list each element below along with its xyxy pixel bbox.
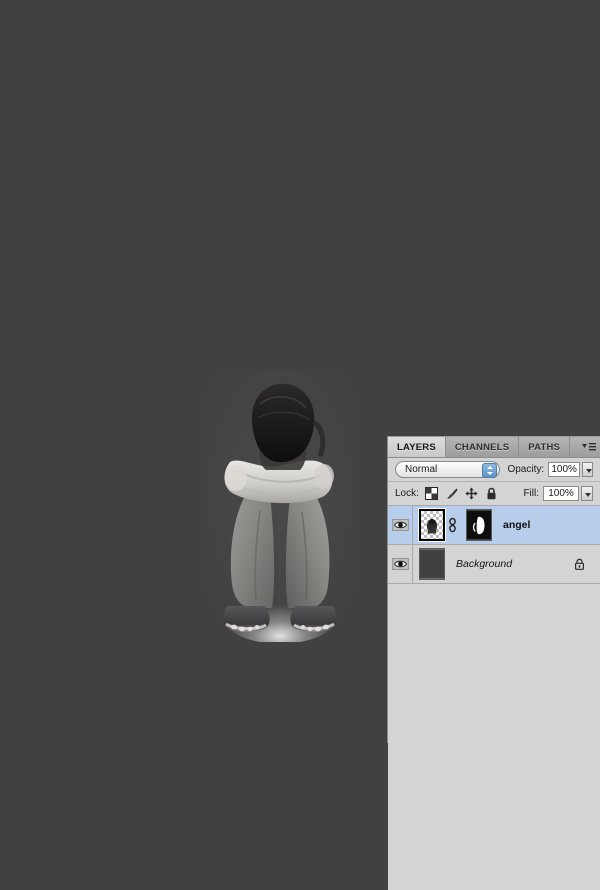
lock-all-icon[interactable] xyxy=(485,487,498,500)
lock-label: Lock: xyxy=(395,488,419,499)
layer-name-background[interactable]: Background xyxy=(456,558,512,570)
table-row[interactable]: angel xyxy=(388,506,600,545)
table-row[interactable]: Background xyxy=(388,545,600,584)
layers-panel: LAYERS CHANNELS PATHS Normal Opacity: 10… xyxy=(387,436,600,743)
blend-mode-value: Normal xyxy=(405,464,437,475)
layers-panel-empty-area xyxy=(388,584,600,890)
thumbnail-figure xyxy=(421,511,443,539)
tab-paths[interactable]: PATHS xyxy=(519,437,570,457)
eye-icon xyxy=(392,519,409,531)
layer-name-angel[interactable]: angel xyxy=(503,519,530,531)
seated-person-photo xyxy=(200,370,360,642)
layer-visibility-toggle-angel[interactable] xyxy=(388,506,413,544)
layer-thumbnail-angel[interactable] xyxy=(419,509,445,541)
layer-mask-link-icon[interactable] xyxy=(448,517,457,533)
opacity-input[interactable]: 100% xyxy=(548,462,580,477)
lock-row: Lock: F xyxy=(388,482,600,506)
tab-channels[interactable]: CHANNELS xyxy=(446,437,519,457)
layer-visibility-toggle-background[interactable] xyxy=(388,545,413,583)
blend-mode-select[interactable]: Normal xyxy=(395,461,500,478)
blend-mode-stepper-icon[interactable] xyxy=(482,463,497,478)
layer-locked-icon xyxy=(574,558,585,570)
lock-image-pixels-icon[interactable] xyxy=(445,487,458,500)
eye-icon xyxy=(392,558,409,570)
fill-group: Fill: 100% xyxy=(516,486,593,501)
fill-dropdown-arrow-icon[interactable] xyxy=(581,486,593,501)
panel-flyout-menu-icon[interactable] xyxy=(581,441,597,453)
opacity-label: Opacity: xyxy=(507,464,544,475)
opacity-dropdown-arrow-icon[interactable] xyxy=(582,462,593,477)
blend-mode-row: Normal Opacity: 100% xyxy=(388,458,600,482)
fill-input[interactable]: 100% xyxy=(543,486,579,501)
layer-thumbnail-background[interactable] xyxy=(419,548,445,580)
panel-tab-strip: LAYERS CHANNELS PATHS xyxy=(388,437,600,458)
lock-position-icon[interactable] xyxy=(465,487,478,500)
lock-transparent-pixels-icon[interactable] xyxy=(425,487,438,500)
layer-list: angel Background xyxy=(388,506,600,584)
tab-layers[interactable]: LAYERS xyxy=(388,437,446,457)
layer-mask-thumbnail-angel[interactable] xyxy=(466,509,492,541)
fill-label: Fill: xyxy=(523,488,539,499)
